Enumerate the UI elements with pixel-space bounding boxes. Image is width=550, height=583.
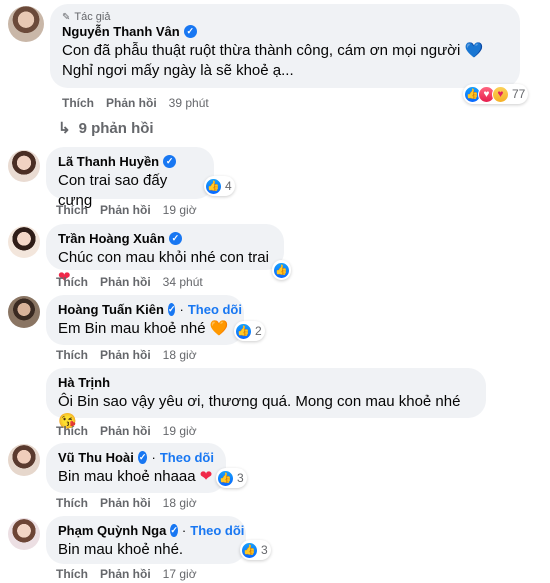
comment-author[interactable]: Hoàng Tuấn Kiên [58,302,164,317]
reply-button[interactable]: Phản hồi [100,424,151,438]
separator-dot: · [181,523,187,538]
like-reaction-icon: 👍 [235,322,252,340]
like-reaction-icon: 👍 [273,261,290,279]
comment-bubble: Vũ Thu Hoài ✓ · Theo dõi Bin mau khoẻ nh… [46,443,226,493]
comment-text-main: Ôi Bin sao vậy yêu ơi, thương quá. Mong … [58,393,461,410]
reaction-summary[interactable]: 👍 4 [204,176,235,196]
verified-badge-icon: ✓ [168,232,182,245]
verified-badge-icon: ✓ [170,524,178,537]
verified-badge-icon: ✓ [167,303,176,316]
reply-button[interactable]: Phản hồi [100,496,151,510]
comment-author[interactable]: Vũ Thu Hoài [58,450,134,465]
comment-bubble: Trần Hoàng Xuân ✓ Chúc con mau khỏi nhé … [46,224,284,286]
reaction-summary[interactable]: 👍 ♥ ♥ 77 [463,84,529,104]
comment-time[interactable]: 19 giờ [163,203,197,217]
comment-text-main: Em Bin mau khoẻ nhé [58,320,206,337]
like-button[interactable]: Thích [56,203,88,217]
author-tag-label: Tác giả [74,11,111,23]
reaction-summary[interactable]: 👍 [272,260,291,280]
red-heart-emoji: ❤ [199,468,213,485]
like-reaction-icon: 👍 [205,177,222,195]
avatar[interactable] [8,518,40,550]
comment-bubble: Phạm Quỳnh Nga ✓ · Theo dõi Bin mau khoẻ… [46,516,246,564]
comment-bubble: Hà Trịnh Ôi Bin sao vậy yêu ơi, thương q… [46,368,486,430]
reaction-count: 3 [261,543,268,557]
verified-badge-icon: ✓ [163,155,177,168]
comment-text: Bin mau khoẻ nhé. [58,541,184,558]
like-reaction-icon: 👍 [217,469,234,487]
reaction-count: 77 [512,87,526,101]
comment-time[interactable]: 17 giờ [163,567,197,581]
comment-time[interactable]: 34 phút [163,275,203,289]
author-tag: ✎ Tác giả [62,11,508,23]
reply-button[interactable]: Phản hồi [100,348,151,362]
comment-actions: Thích Phản hồi 18 giờ [56,496,197,510]
comment-text-main: Bin mau khoẻ nhaaa [58,468,196,485]
reaction-count: 3 [237,471,244,485]
avatar[interactable] [8,444,40,476]
comment-actions: Thích Phản hồi 19 giờ [56,424,197,438]
comment-text: Em Bin mau khoẻ nhé 🧡 [58,319,232,339]
comment-time[interactable]: 39 phút [169,96,209,110]
reaction-summary[interactable]: 👍 3 [216,468,247,488]
comment-text-main: Con đã phẫu thuật ruột thừa thành công, … [62,42,461,59]
comment-actions: Thích Phản hồi 17 giờ [56,567,197,581]
like-button[interactable]: Thích [62,96,94,110]
reply-button[interactable]: Phản hồi [106,96,157,110]
orange-heart-emoji: 🧡 [209,320,229,337]
comment-time[interactable]: 18 giờ [163,496,197,510]
blue-heart-emoji: 💙 [464,42,484,59]
reaction-count: 4 [225,179,232,193]
comment-bubble: Lã Thanh Huyền ✓ Con trai sao đấy cưng [46,147,214,209]
care-reaction-icon: ♥ [492,85,509,103]
reaction-summary[interactable]: 👍 2 [234,321,265,341]
comment-text-main: Chúc con mau khỏi nhé con trai [58,249,269,266]
comment-bubble: ✎ Tác giả Nguyễn Thanh Vân ✓ Con đã phẫu… [50,4,520,88]
reply-arrow-icon: ↳ [58,120,71,137]
reply-button[interactable]: Phản hồi [100,567,151,581]
replies-count-label: 9 phản hồi [78,119,154,137]
avatar[interactable] [8,296,40,328]
comment-time[interactable]: 19 giờ [163,424,197,438]
comment-bubble: Hoàng Tuấn Kiên ✓ · Theo dõi Em Bin mau … [46,295,244,345]
comment-author[interactable]: Nguyễn Thanh Vân [62,24,180,39]
like-button[interactable]: Thích [56,496,88,510]
comment-author[interactable]: Trần Hoàng Xuân [58,231,165,246]
reaction-count: 2 [255,324,262,338]
avatar[interactable] [8,150,40,182]
like-reaction-icon: 👍 [241,541,258,559]
comment-actions: Thích Phản hồi 39 phút [62,96,209,110]
comment-author[interactable]: Phạm Quỳnh Nga [58,523,166,538]
like-button[interactable]: Thích [56,424,88,438]
comment-text: Con đã phẫu thuật ruột thừa thành công, … [62,41,508,81]
follow-button[interactable]: Theo dõi [188,302,242,317]
comment-actions: Thích Phản hồi 18 giờ [56,348,197,362]
comment-author[interactable]: Lã Thanh Huyền [58,154,159,169]
avatar[interactable] [8,6,44,42]
follow-button[interactable]: Theo dõi [160,450,214,465]
reply-button[interactable]: Phản hồi [100,203,151,217]
separator-dot: · [151,450,156,465]
verified-badge-icon: ✓ [137,451,148,464]
avatar[interactable] [8,226,40,258]
like-button[interactable]: Thích [56,348,88,362]
comment-actions: Thích Phản hồi 34 phút [56,275,203,289]
comment-author[interactable]: Hà Trịnh [58,375,110,390]
reply-button[interactable]: Phản hồi [100,275,151,289]
separator-dot: · [179,302,184,317]
comment-text-tail: Nghỉ ngơi mấy ngày là sẽ khoẻ ạ... [62,62,294,79]
comment-text: Bin mau khoẻ nhaaa ❤ [58,467,214,487]
like-button[interactable]: Thích [56,567,88,581]
pen-icon: ✎ [62,11,71,23]
view-replies-link[interactable]: ↳ 9 phản hồi [58,119,154,138]
reaction-summary[interactable]: 👍 3 [240,540,271,560]
verified-badge-icon: ✓ [183,25,197,38]
comment-time[interactable]: 18 giờ [163,348,197,362]
comment-actions: Thích Phản hồi 19 giờ [56,203,197,217]
like-button[interactable]: Thích [56,275,88,289]
follow-button[interactable]: Theo dõi [190,523,244,538]
